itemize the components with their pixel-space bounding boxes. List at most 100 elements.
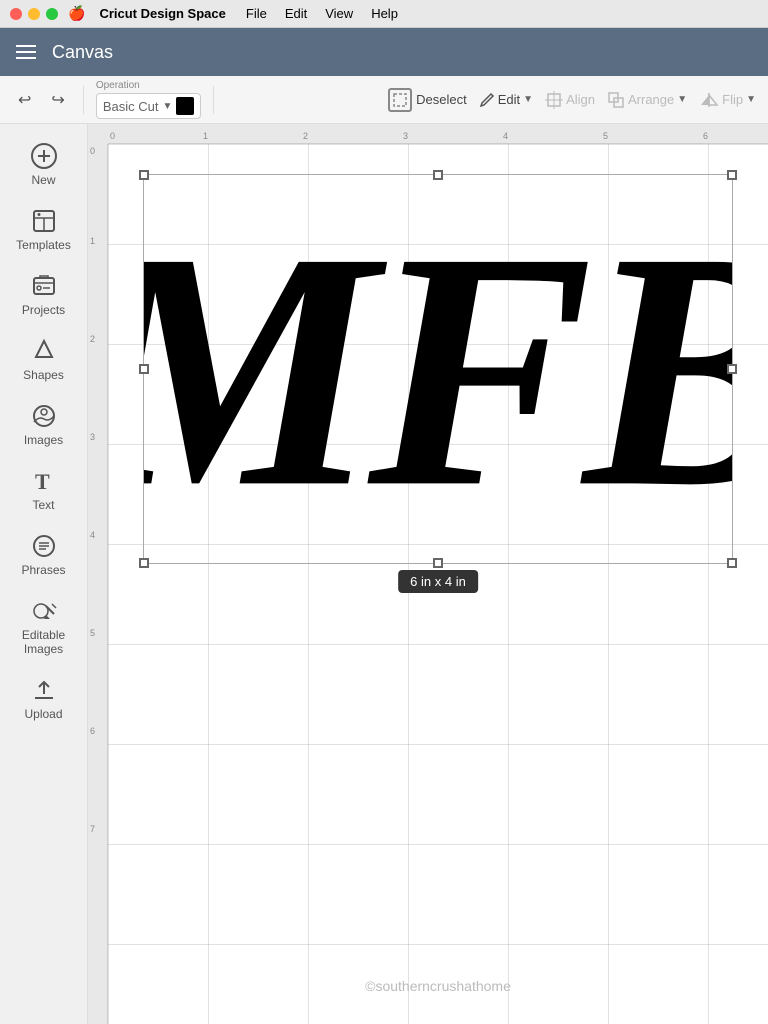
ruler-left-1: 1 <box>90 236 95 246</box>
menu-file[interactable]: File <box>246 6 267 21</box>
sidebar-item-editable-images-label: Editable Images <box>8 628 79 656</box>
deselect-button[interactable]: Deselect <box>388 88 467 112</box>
ruler-mark-4: 4 <box>503 131 508 141</box>
sidebar-item-text[interactable]: T Text <box>0 457 87 522</box>
operation-select[interactable]: Basic Cut ▼ <box>96 93 202 119</box>
toolbar: ↩ ↪ Operation Basic Cut ▼ Deselect Edit … <box>0 76 768 124</box>
ruler-left-6: 6 <box>90 726 95 736</box>
align-button[interactable]: Align <box>545 91 595 109</box>
app-name: Cricut Design Space <box>99 6 225 21</box>
handle-mid-left[interactable] <box>139 364 149 374</box>
main-layout: New Templates Projects <box>0 124 768 1024</box>
ruler-left-5: 5 <box>90 628 95 638</box>
plus-icon <box>30 142 58 170</box>
ruler-mark-1: 1 <box>203 131 208 141</box>
projects-icon <box>30 272 58 300</box>
flip-chevron-icon: ▼ <box>746 94 756 105</box>
redo-button[interactable]: ↪ <box>45 86 70 114</box>
sidebar-item-upload-label: Upload <box>24 707 62 721</box>
handle-bottom-mid[interactable] <box>433 558 443 568</box>
size-label: 6 in x 4 in <box>398 570 478 593</box>
handle-top-left[interactable] <box>139 170 149 180</box>
menu-view[interactable]: View <box>325 6 353 21</box>
monogram-svg: MFB <box>144 175 732 563</box>
toolbar-divider-2 <box>213 86 214 114</box>
ruler-left: 0 1 2 3 4 5 6 7 <box>88 144 108 1024</box>
ruler-corner <box>88 124 108 144</box>
sidebar-item-images-label: Images <box>24 433 63 447</box>
operation-value: Basic Cut <box>103 99 159 114</box>
menu-bar: File Edit View Help <box>246 6 398 21</box>
arrange-chevron-icon: ▼ <box>677 94 687 105</box>
sidebar-item-phrases-label: Phrases <box>21 563 65 577</box>
align-icon <box>545 91 563 109</box>
ruler-mark-0: 0 <box>110 131 115 141</box>
canvas-area[interactable]: 0 1 2 3 4 5 6 0 1 2 3 4 5 6 7 <box>88 124 768 1024</box>
ruler-mark-3: 3 <box>403 131 408 141</box>
minimize-button[interactable] <box>28 8 40 20</box>
sidebar-item-projects-label: Projects <box>22 303 65 317</box>
menu-edit[interactable]: Edit <box>285 6 307 21</box>
maximize-button[interactable] <box>46 8 58 20</box>
ruler-left-3: 3 <box>90 432 95 442</box>
sidebar-item-text-label: Text <box>32 498 54 512</box>
ruler-mark-2: 2 <box>303 131 308 141</box>
sidebar-item-new[interactable]: New <box>0 132 87 197</box>
templates-icon <box>30 207 58 235</box>
text-icon: T <box>30 467 58 495</box>
sidebar-item-phrases[interactable]: Phrases <box>0 522 87 587</box>
toolbar-right: Deselect Edit ▼ Align Arrange ▼ <box>388 88 756 112</box>
canvas-content[interactable]: MFB 6 in x 4 in ©southerncrushathome <box>108 144 768 1024</box>
upload-icon <box>30 676 58 704</box>
arrange-button[interactable]: Arrange ▼ <box>607 91 687 109</box>
edit-button[interactable]: Edit ▼ <box>479 92 533 108</box>
ruler-left-2: 2 <box>90 334 95 344</box>
toolbar-divider-1 <box>83 86 84 114</box>
menu-help[interactable]: Help <box>371 6 398 21</box>
handle-bottom-right[interactable] <box>727 558 737 568</box>
handle-top-right[interactable] <box>727 170 737 180</box>
phrases-icon <box>30 532 58 560</box>
apple-logo-icon: 🍎 <box>68 5 85 22</box>
undo-button[interactable]: ↩ <box>12 86 37 114</box>
shapes-icon <box>30 337 58 365</box>
sidebar-item-shapes-label: Shapes <box>23 368 64 382</box>
operation-label: Operation <box>96 80 202 91</box>
align-label: Align <box>566 92 595 107</box>
ruler-left-7: 7 <box>90 824 95 834</box>
color-swatch[interactable] <box>176 97 194 115</box>
edit-chevron-icon: ▼ <box>523 94 533 105</box>
handle-top-mid[interactable] <box>433 170 443 180</box>
pencil-icon <box>479 92 495 108</box>
header-bar: Canvas <box>0 28 768 76</box>
sidebar-item-new-label: New <box>31 173 55 187</box>
sidebar-item-images[interactable]: Images <box>0 392 87 457</box>
sidebar-item-shapes[interactable]: Shapes <box>0 327 87 392</box>
arrange-icon <box>607 91 625 109</box>
hamburger-menu-button[interactable] <box>16 45 36 59</box>
edit-label: Edit <box>498 92 520 107</box>
sidebar: New Templates Projects <box>0 124 88 1024</box>
flip-icon <box>699 91 719 109</box>
deselect-icon <box>388 88 412 112</box>
ruler-top: 0 1 2 3 4 5 6 <box>108 124 768 144</box>
canvas-title: Canvas <box>52 42 113 63</box>
flip-label: Flip <box>722 92 743 107</box>
chevron-down-icon: ▼ <box>162 101 172 112</box>
arrange-label: Arrange <box>628 92 674 107</box>
handle-mid-right[interactable] <box>727 364 737 374</box>
ruler-mark-6: 6 <box>703 131 708 141</box>
svg-text:T: T <box>35 469 50 494</box>
close-button[interactable] <box>10 8 22 20</box>
sidebar-item-templates[interactable]: Templates <box>0 197 87 262</box>
sidebar-item-projects[interactable]: Projects <box>0 262 87 327</box>
handle-bottom-left[interactable] <box>139 558 149 568</box>
monogram-selection[interactable]: MFB 6 in x 4 in <box>143 174 733 564</box>
sidebar-item-templates-label: Templates <box>16 238 71 252</box>
sidebar-item-upload[interactable]: Upload <box>0 666 87 731</box>
traffic-lights <box>10 8 58 20</box>
flip-button[interactable]: Flip ▼ <box>699 91 756 109</box>
operation-group: Operation Basic Cut ▼ <box>96 80 202 119</box>
sidebar-item-editable-images[interactable]: Editable Images <box>0 587 87 666</box>
deselect-label: Deselect <box>416 92 467 107</box>
